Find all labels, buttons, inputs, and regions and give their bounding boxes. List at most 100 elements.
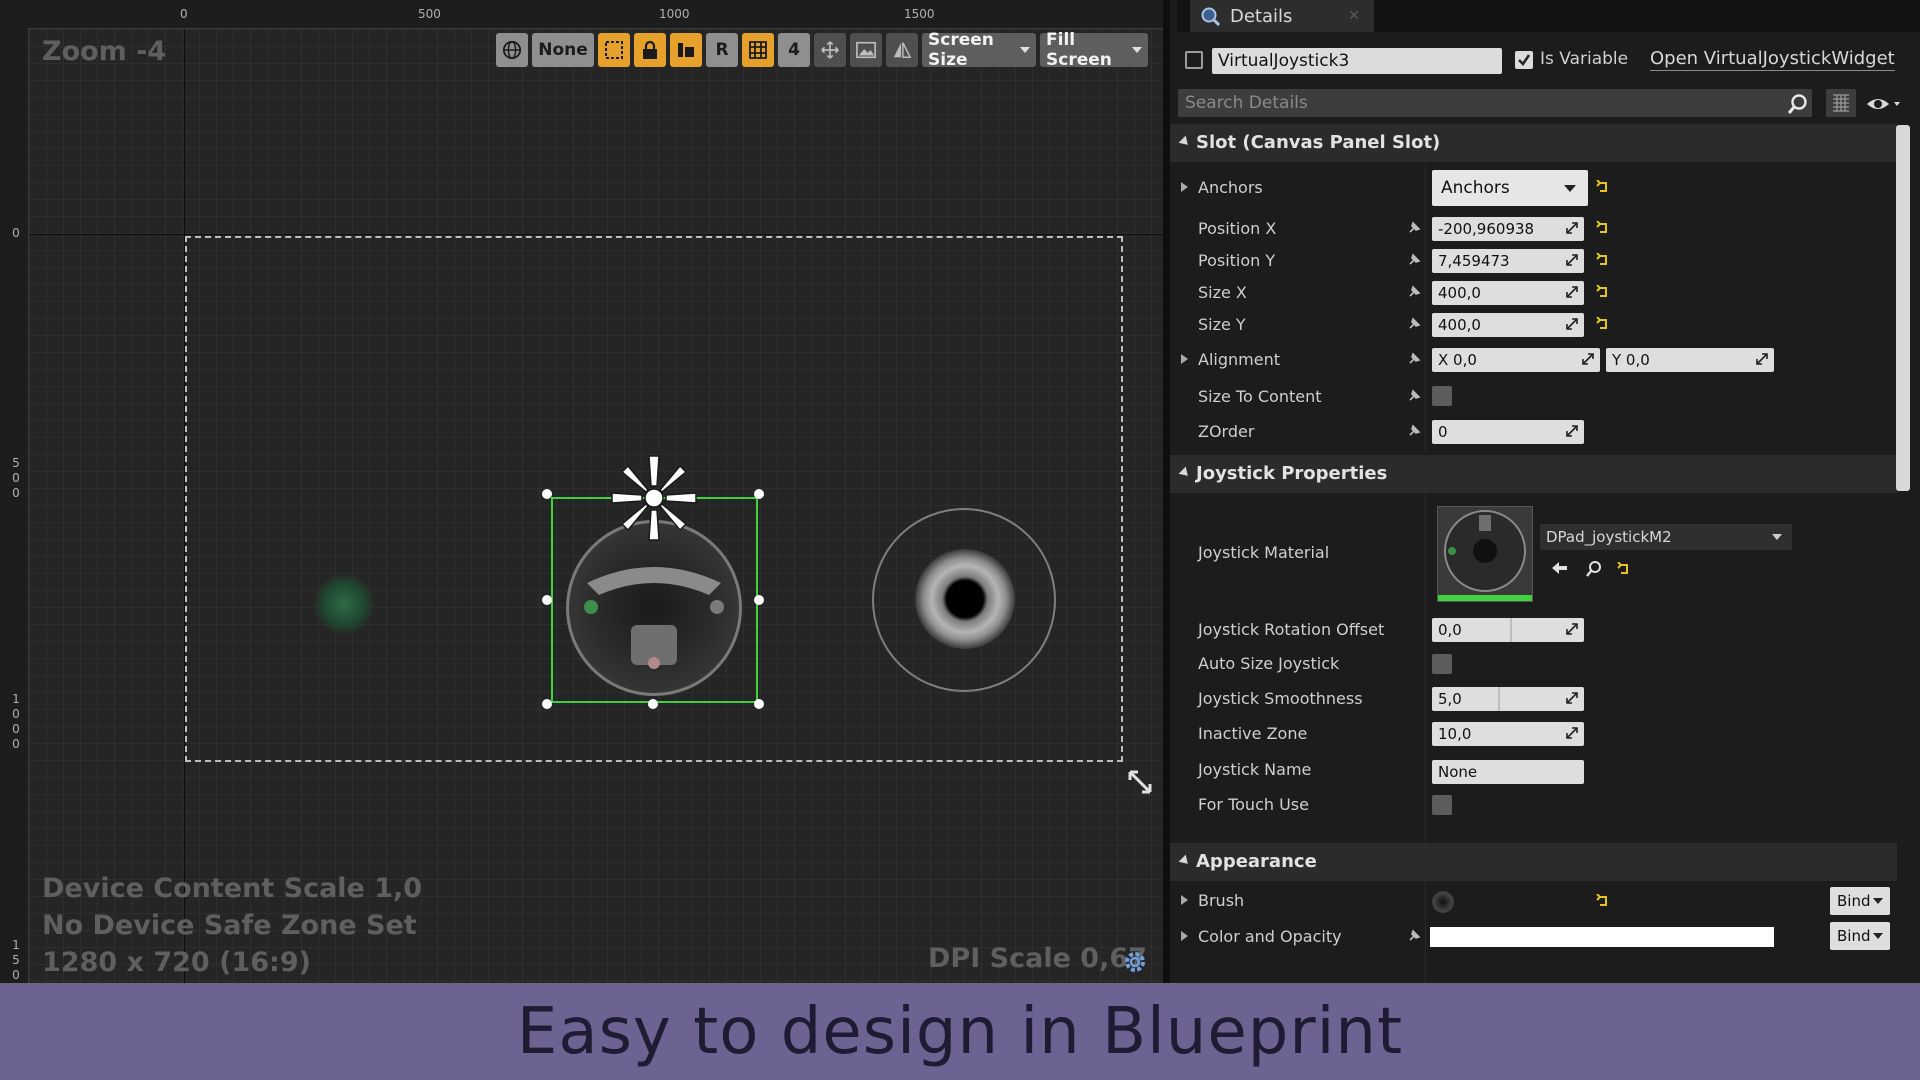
size-x-field[interactable]: 400,0 (1432, 281, 1584, 305)
spin-arrows-icon[interactable] (1566, 318, 1578, 330)
details-magnifier-icon (1201, 7, 1220, 26)
zorder-field[interactable]: 0 (1432, 420, 1584, 444)
use-selected-arrow-icon[interactable] (1550, 560, 1568, 576)
globe-icon[interactable] (496, 33, 528, 67)
expand-triangle-icon[interactable] (1181, 931, 1188, 941)
grid-snap-icon[interactable] (742, 33, 774, 67)
browse-search-icon[interactable] (1585, 560, 1603, 578)
localization-none-button[interactable]: None (532, 33, 594, 67)
anchors-value: Anchors (1441, 178, 1510, 198)
inactive-zone-field[interactable]: 10,0 (1432, 722, 1584, 746)
auto-size-label: Auto Size Joystick (1198, 654, 1340, 673)
resize-handle-br[interactable] (754, 699, 764, 709)
fill-screen-dropdown[interactable]: Fill Screen (1040, 30, 1148, 70)
reset-arrow-icon[interactable] (1596, 285, 1610, 299)
pin-icon[interactable] (1407, 221, 1421, 235)
grid-snap-value-button[interactable]: 4 (778, 33, 810, 67)
move-arrows-icon[interactable] (814, 33, 846, 67)
pin-icon[interactable] (1407, 285, 1421, 299)
pin-icon[interactable] (1407, 389, 1421, 403)
joystick-name-field[interactable]: None (1432, 760, 1584, 784)
spin-arrows-icon[interactable] (1756, 353, 1768, 365)
is-variable-checkbox[interactable] (1515, 51, 1533, 69)
spin-arrows-icon[interactable] (1566, 254, 1578, 266)
dashed-outline-icon[interactable] (598, 33, 630, 67)
widget-name-input[interactable]: VirtualJoystick3 (1212, 48, 1502, 74)
spin-arrows-icon[interactable] (1566, 425, 1578, 437)
color-bind-button[interactable]: Bind (1830, 922, 1890, 950)
pin-icon[interactable] (1407, 424, 1421, 438)
spin-arrows-icon[interactable] (1566, 692, 1578, 704)
spin-arrows-icon[interactable] (1566, 727, 1578, 739)
gear-icon[interactable] (1121, 948, 1149, 976)
anchors-dropdown[interactable]: Anchors (1432, 170, 1588, 206)
close-icon[interactable]: ✕ (1348, 8, 1360, 24)
material-thumbnail[interactable] (1437, 506, 1533, 602)
rotation-mode-button[interactable]: R (706, 33, 738, 67)
expand-triangle-icon[interactable] (1181, 182, 1188, 192)
mirror-icon[interactable] (886, 33, 918, 67)
zorder-label: ZOrder (1198, 422, 1255, 441)
reset-arrow-icon[interactable] (1596, 253, 1610, 267)
respect-locks-icon[interactable] (670, 33, 702, 67)
spin-arrows-icon[interactable] (1582, 353, 1594, 365)
resize-handle-mr[interactable] (754, 595, 764, 605)
brush-preview[interactable] (1432, 891, 1454, 913)
section-slot[interactable]: Slot (Canvas Panel Slot) (1170, 124, 1897, 162)
resize-handle-tl[interactable] (542, 489, 552, 499)
brush-bind-button[interactable]: Bind (1830, 887, 1890, 915)
designer-viewport[interactable]: 0 500 1000 1500 0 500 1000 150 Zoom -4 D… (0, 0, 1163, 983)
resize-handle-bl[interactable] (542, 699, 552, 709)
alignment-x-field[interactable]: X 0,0 (1432, 348, 1600, 372)
spin-arrows-icon[interactable] (1566, 623, 1578, 635)
expand-triangle-icon[interactable] (1181, 895, 1188, 905)
screen-size-dropdown[interactable]: Screen Size (922, 30, 1036, 70)
resize-handle-tr[interactable] (754, 489, 764, 499)
joystick-thumb-knob[interactable] (915, 549, 1015, 649)
section-appearance[interactable]: Appearance (1170, 843, 1897, 881)
touch-use-checkbox[interactable] (1432, 795, 1452, 815)
inactive-zone-value: 10,0 (1438, 725, 1472, 743)
resize-handle-bm[interactable] (648, 699, 658, 709)
search-input[interactable]: Search Details (1178, 89, 1812, 117)
tab-details[interactable]: Details ✕ (1190, 0, 1374, 32)
reset-arrow-icon[interactable] (1596, 221, 1610, 235)
ruler-tick: 1000 (659, 7, 690, 21)
pivot-icon[interactable] (608, 452, 700, 544)
image-icon[interactable] (850, 33, 882, 67)
expand-triangle-icon[interactable] (1181, 354, 1188, 364)
open-widget-link[interactable]: Open VirtualJoystickWidget (1650, 48, 1895, 71)
pin-icon[interactable] (1407, 317, 1421, 331)
position-y-field[interactable]: 7,459473 (1432, 249, 1584, 273)
lock-icon[interactable] (634, 33, 666, 67)
green-glow-widget[interactable] (314, 574, 374, 634)
size-y-field[interactable]: 400,0 (1432, 313, 1584, 337)
color-opacity-swatch[interactable] (1430, 927, 1774, 947)
resize-arrows-icon[interactable] (1127, 769, 1153, 795)
alignment-y-field[interactable]: Y 0,0 (1606, 348, 1774, 372)
position-y-value: 7,459473 (1438, 252, 1510, 270)
joystick-material-dropdown[interactable]: DPad_joystickM2 (1540, 524, 1792, 550)
property-matrix-icon[interactable] (1826, 89, 1856, 117)
section-joystick-properties[interactable]: Joystick Properties (1170, 455, 1897, 493)
details-scrollbar[interactable] (1896, 125, 1910, 491)
search-icon[interactable] (1787, 93, 1809, 115)
reset-arrow-icon[interactable] (1596, 180, 1610, 194)
auto-size-checkbox[interactable] (1432, 654, 1452, 674)
spin-arrows-icon[interactable] (1566, 286, 1578, 298)
spin-arrows-icon[interactable] (1566, 222, 1578, 234)
smoothness-field[interactable]: 5,0 (1432, 687, 1584, 711)
position-x-field[interactable]: -200,960938 (1432, 217, 1584, 241)
pin-icon[interactable] (1407, 253, 1421, 267)
pin-icon[interactable] (1407, 352, 1421, 366)
size-y-label: Size Y (1198, 315, 1246, 334)
rotation-offset-field[interactable]: 0,0 (1432, 618, 1584, 642)
size-to-content-checkbox[interactable] (1432, 386, 1452, 406)
reset-arrow-icon[interactable] (1596, 317, 1610, 331)
pin-icon[interactable] (1407, 929, 1421, 943)
section-title: Appearance (1196, 851, 1317, 872)
resize-handle-ml[interactable] (542, 595, 552, 605)
eye-icon[interactable] (1865, 93, 1901, 115)
reset-arrow-icon[interactable] (1596, 894, 1610, 908)
reset-arrow-icon[interactable] (1617, 562, 1631, 576)
